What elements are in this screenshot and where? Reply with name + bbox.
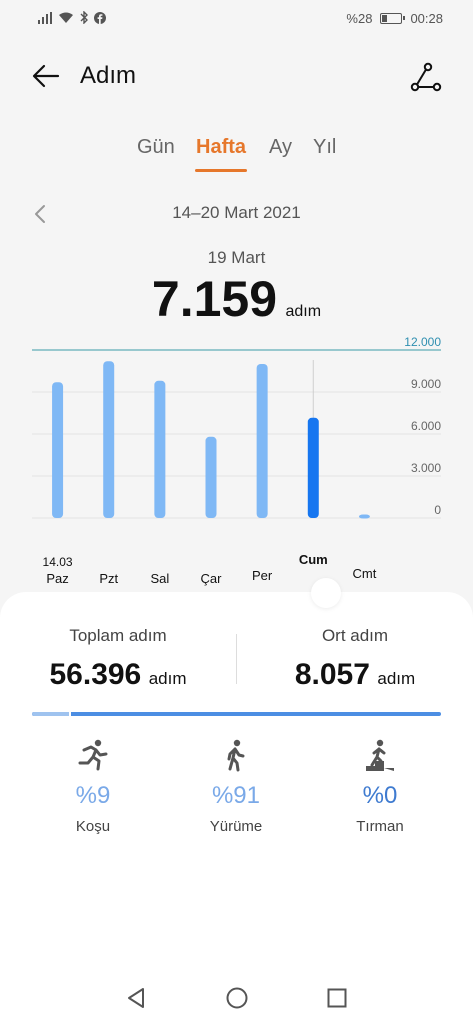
average-steps-stat: Ort adım 8.057 adım [237,626,473,692]
weekly-steps-chart[interactable]: 0 3.000 6.000 9.000 12.000 Paz Pzt Sal Çar Per Cum… [0,330,473,610]
climb-label: Tırman [356,818,404,835]
activity-walk: %91 Yürüme [176,738,296,835]
bar-pzt[interactable] [103,361,115,518]
facebook-icon [94,11,106,24]
average-steps-label: Ort adım [321,626,389,645]
total-steps-value: 56.396 [49,658,142,691]
activity-climb: %0 Tırman [320,738,440,835]
x-tick-label: Pzt [99,571,118,586]
selected-steps-unit: adım [285,303,322,320]
x-tick-label: Cum [299,552,328,567]
total-steps-unit: adım [148,669,187,688]
y-tick-label: 12.000 [404,335,441,349]
status-icons-right: %28 00:28 [346,11,443,26]
bar-cum[interactable] [307,417,319,518]
tab-year[interactable]: Yıl [313,136,336,159]
y-tick-label: 3.000 [411,461,441,475]
clock: 00:28 [410,11,443,26]
bar-paz[interactable] [52,382,64,518]
walking-icon [227,739,245,772]
climb-percent: %0 [362,782,398,809]
run-percent: %9 [75,782,111,809]
bluetooth-icon [80,11,88,24]
y-tick-label: 0 [434,503,441,517]
x-tick-label: Sal [150,571,169,586]
battery-percent: %28 [346,11,373,26]
total-steps-stat: Toplam adım 56.396 adım [0,626,236,692]
running-icon [78,739,108,771]
tab-day[interactable]: Gün [137,136,175,159]
selected-steps: 7.159 adım [0,270,473,328]
x-tick-label: Per [252,568,273,583]
system-navigation-bar [0,972,473,1024]
x-tick-label: Paz [46,571,68,586]
activity-run: %9 Koşu [33,738,153,835]
selection-handle[interactable] [311,578,341,608]
bar-cmt[interactable] [358,514,370,519]
wifi-icon [59,12,73,23]
tab-month[interactable]: Ay [269,136,292,159]
activity-share-bar [32,712,441,716]
nav-home-icon[interactable] [225,986,249,1010]
chart-svg[interactable]: 0 3.000 6.000 9.000 12.000 Paz Pzt Sal Çar Per Cum… [0,330,473,610]
climbing-icon [366,739,394,771]
app-header: Adım [0,50,473,106]
tab-week[interactable]: Hafta [196,136,246,159]
battery-icon [380,13,406,24]
back-arrow-icon[interactable] [30,60,62,92]
nav-back-icon[interactable] [124,986,148,1010]
walk-percent: %91 [211,782,261,809]
bar-çar[interactable] [205,436,217,518]
x-tick-label: Çar [201,571,223,586]
nav-recents-icon[interactable] [325,986,349,1010]
selected-date: 19 Mart [207,248,266,267]
run-share-segment [32,712,69,716]
bar-per[interactable] [256,364,268,518]
status-bar: %28 00:28 [0,0,473,38]
page-title: Adım [80,62,137,89]
y-tick-label: 9.000 [411,377,441,391]
average-steps-value: 8.057 [294,658,370,691]
signal-icon [38,11,52,24]
period-tabs: Gün Hafta Ay Yıl [0,136,473,176]
segment-gap [68,712,71,716]
run-label: Koşu [75,818,111,835]
walk-label: Yürüme [209,818,263,835]
average-steps-unit: adım [377,669,416,688]
y-tick-label: 6.000 [411,419,441,433]
selected-steps-value: 7.159 [151,271,278,327]
date-range-label: 14–20 Mart 2021 [172,203,301,222]
total-steps-label: Toplam adım [69,626,167,645]
x-tick-label: Cmt [353,566,377,581]
status-icons-left [38,11,106,24]
route-icon[interactable] [409,60,443,94]
active-tab-indicator [195,169,247,172]
first-date-label: 14.03 [43,555,73,569]
date-navigator: 14–20 Mart 2021 [0,200,473,230]
bar-sal[interactable] [154,380,166,518]
